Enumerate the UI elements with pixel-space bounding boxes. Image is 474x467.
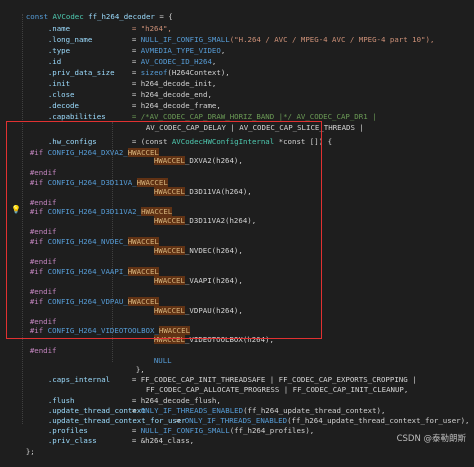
hwaccel-entry: HWACCEL_VIDEOTOOLBOX(h264), (153, 335, 274, 344)
code-editor[interactable]: const AVCodec ff_h264_decoder = { .name … (0, 0, 474, 456)
code-line-value: = &h264_class, (114, 426, 194, 445)
pp-directive: #if (29, 267, 44, 276)
preprocessor-endif: #endif (12, 277, 57, 296)
code-line: }, (118, 355, 145, 374)
code-line: .decode (30, 91, 79, 110)
pp-directive: #if (29, 148, 44, 157)
macro-call-match: HWACCEL (153, 335, 185, 344)
macro-call-args: VDPAU(h264), (189, 306, 243, 315)
code-line: }; (8, 437, 35, 456)
lightbulb-icon[interactable]: 💡 (11, 205, 21, 214)
hwaccel-entry: HWACCEL_VDPAU(h264), (153, 306, 243, 315)
pp-condition: CONFIG_H264_VAAPI_ (47, 267, 128, 276)
field-name: .priv_class (47, 436, 97, 445)
code-line: .init (30, 69, 70, 88)
code-line-value: = h264_decode_end, (114, 80, 212, 99)
code-line: .priv_data_size (30, 58, 115, 77)
code-line: AV_CODEC_CAP_DELAY | AV_CODEC_CAP_SLICE_… (128, 113, 364, 132)
null-literal: NULL (153, 356, 172, 365)
code-line-value: = h264_decode_flush, (114, 386, 221, 405)
code-line: .hw_configs (30, 127, 97, 146)
code-line: .caps_internal (30, 365, 110, 384)
preprocessor-endif: #endif (12, 247, 57, 266)
code-line: .id (30, 47, 61, 66)
macro-call-args: NVDEC(h264), (189, 246, 243, 255)
preprocessor-endif: #endif (12, 336, 57, 355)
field-name: .caps_internal (47, 375, 111, 384)
pp-directive: #if (29, 326, 44, 335)
expression: *const []) { (274, 137, 333, 146)
code-line-value: = h264_decode_init, (114, 69, 217, 88)
code-line: .close (30, 80, 75, 99)
code-line: .capabilities (30, 102, 106, 121)
code-line-value: = h264_decode_frame, (114, 91, 221, 110)
code-line-value: = NULL_IF_CONFIG_SMALL(ff_h264_profiles)… (114, 416, 314, 435)
macro-args: (ff_h264_update_thread_context_for_user)… (287, 416, 470, 425)
code-line-value: = ONLY_IF_THREADS_ENABLED(ff_h264_update… (158, 406, 470, 425)
pp-directive: #if (29, 297, 44, 306)
code-line: .type (30, 36, 70, 55)
macro-call-args: VAAPI(h264), (189, 276, 243, 285)
code-line-value: = NULL_IF_CONFIG_SMALL("H.264 / AVC / MP… (114, 25, 435, 44)
code-line: .long_name (30, 25, 93, 44)
macro-args: (ff_h264_profiles), (229, 426, 315, 435)
field-value: = &h264_class, (131, 436, 195, 445)
closing-brace: }; (25, 447, 35, 456)
hwaccel-entry: HWACCEL_D3D11VA2(h264), (153, 216, 257, 225)
watermark: CSDN @泰勒朗斯 (396, 434, 466, 444)
macro-call-args: D3D11VA2(h264), (189, 216, 257, 225)
code-line: FF_CODEC_CAP_ALLOCATE_PROGRESS | FF_CODE… (128, 375, 409, 394)
macro-call-match: HWACCEL (153, 246, 185, 255)
code-line: .flush (30, 386, 75, 405)
code-line: .profiles (30, 416, 88, 435)
macro-call-match: HWACCEL (153, 306, 185, 315)
macro-call-match: HWACCEL (153, 216, 185, 225)
macro-call-args: DXVA2(h264), (189, 156, 243, 165)
preprocessor-endif: #endif (12, 217, 57, 236)
macro-call-match: HWACCEL (153, 276, 185, 285)
code-line: .priv_class (30, 426, 97, 445)
macro-call-match: HWACCEL (153, 187, 185, 196)
code-line-value: = sizeof(H264Context), (114, 58, 230, 77)
hwaccel-entry: HWACCEL_DXVA2(h264), (153, 156, 243, 165)
pp-condition: CONFIG_H264_DXVA2_ (47, 148, 128, 157)
macro-call-args: VIDEOTOOLBOX(h264), (189, 335, 274, 344)
pp-directive: #endif (29, 346, 57, 355)
hwaccel-entry: HWACCEL_NVDEC(h264), (153, 246, 243, 255)
code-line-value: = ONLY_IF_THREADS_ENABLED(ff_h264_update… (114, 396, 386, 415)
pp-directive: #if (29, 178, 44, 187)
code-line-value: = (const AVCodecHWConfigInternal *const … (114, 127, 332, 146)
code-line-value: = AVMEDIA_TYPE_VIDEO, (114, 36, 225, 55)
code-line: const AVCodec ff_h264_decoder = { (8, 2, 173, 21)
hwaccel-entry: HWACCEL_VAAPI(h264), (153, 276, 243, 285)
type-name: AVCodecHWConfigInternal (171, 137, 275, 146)
macro-call-args: D3D11VA(h264), (189, 187, 252, 196)
code-line: .name (30, 14, 70, 33)
pp-condition: CONFIG_H264_D3D11VA_ (47, 178, 137, 187)
preprocessor-endif: #endif (12, 158, 57, 177)
code-line-value: = /*AV_CODEC_CAP_DRAW_HORIZ_BAND |*/ AV_… (114, 102, 377, 121)
macro-call-match: HWACCEL (153, 156, 185, 165)
hwaccel-entry: HWACCEL_D3D11VA(h264), (153, 187, 252, 196)
punctuation: , (220, 46, 226, 55)
code-line-value: = FF_CODEC_CAP_INIT_THREADSAFE | FF_CODE… (114, 365, 417, 384)
code-line-value: = "h264", (114, 14, 172, 33)
field-name: .capabilities (47, 112, 106, 121)
pp-directive: #if (29, 207, 44, 216)
string-literal: ("H.264 / AVC / MPEG-4 AVC / MPEG-4 part… (229, 35, 435, 44)
pp-condition: CONFIG_H264_NVDEC_ (47, 237, 128, 246)
code-line-value: = AV_CODEC_ID_H264, (114, 47, 217, 66)
pp-directive: #if (29, 237, 44, 246)
pp-condition: CONFIG_H264_D3D11VA2_ (47, 207, 142, 216)
pp-condition: CONFIG_H264_VDPAU_ (47, 297, 128, 306)
